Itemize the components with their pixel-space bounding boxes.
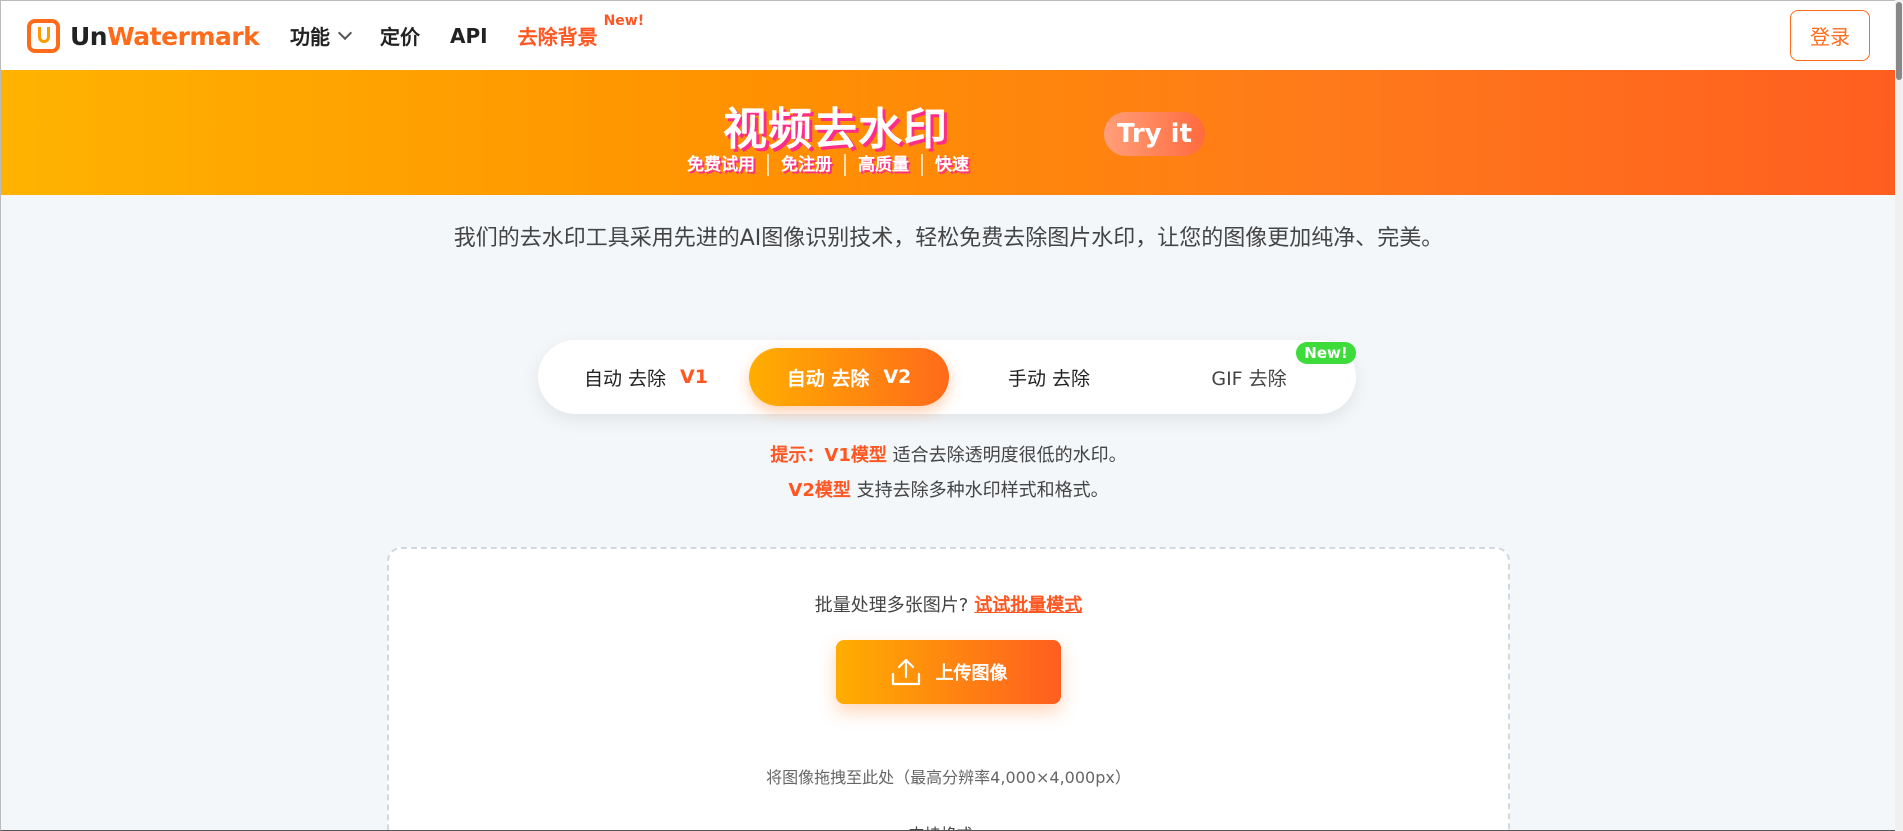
- scrollbar-thumb[interactable]: [1896, 2, 1902, 80]
- banner-tag: 高质量: [844, 154, 921, 176]
- banner-tag: 免注册: [767, 154, 844, 176]
- batch-mode-link[interactable]: 试试批量模式: [974, 595, 1082, 616]
- login-button[interactable]: 登录: [1790, 10, 1870, 61]
- hint-v2-label: V2模型: [788, 480, 851, 501]
- hint-line-2: V2模型 支持去除多种水印样式和格式。: [1, 476, 1895, 502]
- hint-v1-label: 提示：V1模型: [770, 445, 887, 466]
- nav-features-label: 功能: [290, 25, 330, 49]
- banner-title: 视频去水印: [723, 104, 948, 155]
- tab-auto-v1[interactable]: 自动 去除 V1: [546, 348, 746, 406]
- new-badge: New!: [603, 13, 645, 29]
- upload-image-button[interactable]: 上传图像: [836, 640, 1061, 704]
- upload-dropzone[interactable]: 批量处理多张图片? 试试批量模式 上传图像 将图像拖拽至此处（最高分辨率4,000…: [387, 547, 1510, 830]
- tab-auto-v2[interactable]: 自动 去除 V2: [749, 348, 949, 406]
- tab-manual[interactable]: 手动 去除: [949, 348, 1149, 406]
- hint-v1-text: 适合去除透明度很低的水印。: [886, 445, 1127, 466]
- gif-new-badge: New!: [1296, 342, 1356, 364]
- hint-v2-text: 支持去除多种水印样式和格式。: [850, 480, 1109, 501]
- tab-auto-v1-label: 自动 去除: [584, 367, 667, 390]
- chevron-down-icon: [337, 25, 353, 41]
- tab-auto-v2-version: V2: [883, 366, 912, 388]
- logo-icon: [27, 19, 60, 53]
- logo[interactable]: UnWatermark: [27, 19, 260, 53]
- try-it-button[interactable]: Try it: [1104, 112, 1205, 156]
- logo-text-watermark: Watermark: [107, 21, 260, 51]
- browser-viewport: UnWatermark 功能 定价 API 去除背景 New! 登录 视频去水印…: [0, 0, 1895, 831]
- upload-button-label: 上传图像: [935, 663, 1008, 684]
- main-nav: 功能 定价 API 去除背景 New!: [290, 13, 645, 50]
- upload-icon: [891, 658, 920, 686]
- drop-instructions: 将图像拖拽至此处（最高分辨率4,000×4,000px）: [766, 768, 1131, 787]
- nav-remove-background-label: 去除背景: [517, 25, 598, 49]
- mode-tabs: 自动 去除 V1 自动 去除 V2 手动 去除 GIF 去除 New!: [538, 340, 1356, 414]
- intro-text: 我们的去水印工具采用先进的AI图像识别技术，轻松免费去除图片水印，让您的图像更加…: [453, 226, 1444, 251]
- supported-formats: 支持格式：: [389, 821, 1508, 830]
- nav-pricing[interactable]: 定价: [380, 21, 420, 50]
- batch-prompt: 批量处理多张图片? 试试批量模式: [389, 591, 1508, 617]
- page-scrollbar[interactable]: [1895, 0, 1903, 831]
- logo-text: UnWatermark: [70, 21, 260, 51]
- logo-text-un: Un: [70, 21, 108, 51]
- tab-auto-v2-label: 自动 去除: [786, 367, 870, 390]
- nav-remove-background[interactable]: 去除背景 New!: [517, 13, 645, 50]
- hint-line-1: 提示：V1模型 适合去除透明度很低的水印。: [1, 441, 1895, 467]
- banner-tag: 快速: [921, 154, 981, 176]
- banner-tag: 免费试用: [687, 155, 755, 175]
- top-header: UnWatermark 功能 定价 API 去除背景 New! 登录: [1, 1, 1895, 70]
- nav-api[interactable]: API: [450, 24, 488, 48]
- tab-auto-v1-version: V1: [680, 366, 708, 388]
- nav-features[interactable]: 功能: [290, 21, 353, 50]
- promo-banner[interactable]: 视频去水印 免费试用 免注册 高质量 快速 Try it: [1, 70, 1895, 195]
- banner-tags: 免费试用 免注册 高质量 快速: [687, 154, 981, 176]
- batch-text: 批量处理多张图片?: [814, 595, 969, 616]
